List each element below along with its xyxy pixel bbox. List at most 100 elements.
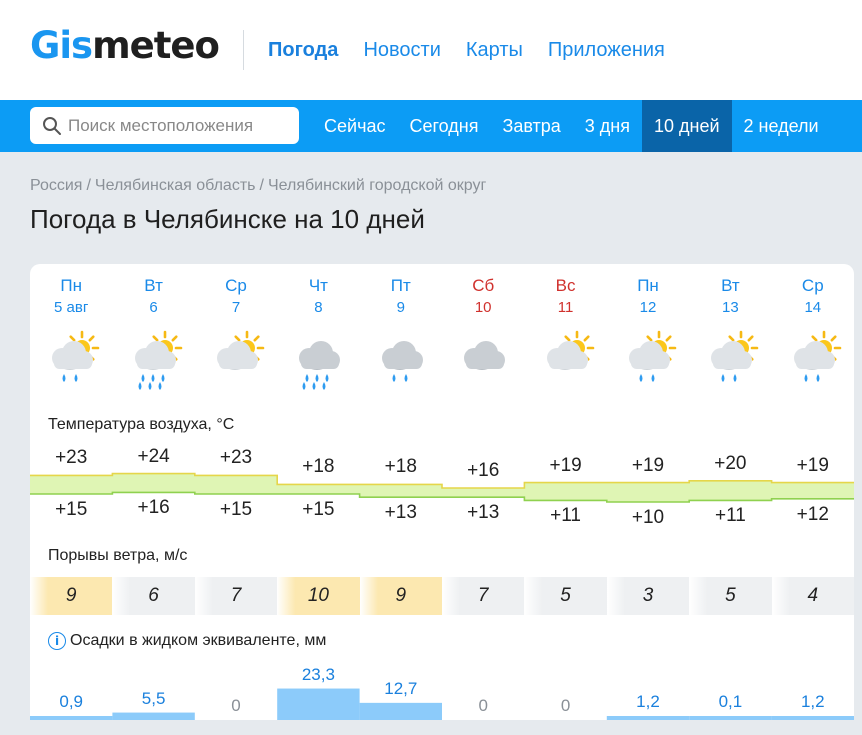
info-icon[interactable]: i bbox=[48, 632, 66, 650]
day-of-week: Пн bbox=[60, 276, 82, 295]
max-temperature-value: +19 bbox=[549, 454, 582, 476]
breadcrumb-region[interactable]: Челябинская область bbox=[95, 177, 256, 195]
temperature-chart: +23 +15 +24 +16 +23 +15 +18 +15 +18 +13 +16 +13 +19 +… bbox=[30, 440, 854, 530]
precipitation-value: 23,3 bbox=[301, 664, 335, 684]
max-temperature-value: +18 bbox=[302, 456, 335, 478]
day-date: 10 bbox=[474, 299, 492, 316]
nav-apps[interactable]: Приложения bbox=[548, 38, 665, 62]
logo-part-meteo: meteo bbox=[92, 24, 220, 67]
temperature-label: Температура воздуха, °C bbox=[48, 416, 235, 433]
partly-cloudy-rain-icon bbox=[30, 330, 112, 394]
forecast-nav-bar: Сейчас Сегодня Завтра 3 дня 10 дней 2 не… bbox=[0, 100, 862, 152]
max-temperature-value: +23 bbox=[55, 447, 88, 469]
page-title: Погода в Челябинске на 10 дней bbox=[30, 204, 425, 234]
day-of-week: Пт bbox=[390, 276, 411, 295]
precipitation-bar bbox=[771, 716, 854, 720]
precipitation-bar bbox=[277, 688, 360, 720]
tab-10-days[interactable]: 10 дней bbox=[641, 100, 732, 152]
min-temperature-value: +10 bbox=[631, 507, 665, 528]
precipitation-value: 0 bbox=[478, 696, 488, 715]
max-temperature-value: +24 bbox=[137, 445, 170, 467]
day-of-week: Сб bbox=[472, 276, 495, 295]
day-of-week: Пн bbox=[637, 276, 659, 295]
header-divider bbox=[243, 30, 244, 70]
cloudy-icon bbox=[442, 330, 524, 394]
precipitation-value: 1,2 bbox=[800, 692, 825, 711]
partly-cloudy-icon bbox=[195, 330, 277, 394]
period-tabs: Сейчас Сегодня Завтра 3 дня 10 дней 2 не… bbox=[312, 100, 831, 152]
breadcrumb-separator: / bbox=[86, 177, 91, 194]
min-temperature-value: +15 bbox=[302, 499, 335, 520]
tab-2-weeks[interactable]: 2 недели bbox=[732, 100, 831, 152]
day-date: 12 bbox=[639, 299, 657, 316]
precipitation-label: Осадки в жидком эквиваленте, мм bbox=[70, 632, 327, 649]
breadcrumb-separator: / bbox=[259, 177, 264, 194]
day-date: 8 bbox=[314, 299, 323, 316]
day-of-week: Вт bbox=[144, 276, 163, 295]
min-temperature-value: +11 bbox=[714, 505, 746, 527]
partly-cloudy-rain-icon bbox=[772, 330, 854, 394]
logo-part-gis: Gis bbox=[30, 24, 93, 67]
precipitation-chart: 0,9 5,5 0 23,3 12,7 0 0 1,2 0,1 1,2 bbox=[30, 650, 854, 720]
nav-weather[interactable]: Погода bbox=[268, 38, 338, 62]
nav-news[interactable]: Новости bbox=[363, 38, 440, 62]
min-temperature-value: +12 bbox=[796, 503, 829, 525]
precipitation-label-wrap: i Осадки в жидком эквиваленте, мм bbox=[48, 632, 326, 650]
min-temperature-value: +15 bbox=[219, 499, 253, 520]
precipitation-bar bbox=[606, 716, 690, 720]
max-temperature-value: +18 bbox=[384, 456, 417, 478]
wind-gusts-row: 9 6 7 10 9 7 5 3 5 4 bbox=[30, 577, 854, 615]
day-of-week: Ср bbox=[225, 276, 247, 295]
location-search[interactable] bbox=[30, 107, 299, 144]
max-temperature-value: +23 bbox=[219, 447, 253, 469]
breadcrumb-district[interactable]: Челябинский городской округ bbox=[268, 177, 486, 195]
breadcrumb-country[interactable]: Россия bbox=[30, 177, 82, 195]
main-nav: Погода Новости Карты Приложения bbox=[268, 38, 665, 62]
precipitation-value: 0 bbox=[560, 696, 571, 715]
precipitation-value: 0,1 bbox=[718, 692, 743, 711]
gismeteo-logo[interactable]: Gismeteo bbox=[30, 24, 220, 68]
wind-gust-value: 6 bbox=[112, 577, 195, 615]
precipitation-bar bbox=[112, 712, 195, 720]
precipitation-bar bbox=[359, 702, 442, 720]
tab-today[interactable]: Сегодня bbox=[397, 100, 490, 152]
wind-gust-value: 7 bbox=[442, 577, 525, 615]
wind-gust-value: 9 bbox=[30, 577, 113, 615]
partly-cloudy-icon bbox=[524, 330, 606, 394]
max-temperature-value: +16 bbox=[467, 460, 500, 481]
day-of-week: Вт bbox=[721, 276, 740, 295]
max-temperature-value: +20 bbox=[714, 452, 747, 474]
day-of-week: Чт bbox=[308, 276, 328, 295]
forecast-widget: Пн 5 авг Вт 6 Ср 7 Чт 8 Пт 9 Сб 10 Вс 11… bbox=[30, 264, 854, 720]
min-temperature-value: +13 bbox=[467, 502, 500, 524]
precipitation-bar bbox=[689, 716, 772, 720]
tab-tomorrow[interactable]: Завтра bbox=[490, 100, 572, 152]
partly-cloudy-rain-icon bbox=[607, 330, 689, 394]
location-search-input[interactable] bbox=[68, 115, 293, 136]
day-date: 5 авг bbox=[54, 299, 89, 316]
day-date: 6 bbox=[149, 299, 158, 316]
day-date: 9 bbox=[396, 299, 405, 316]
breadcrumb: Россия / Челябинская область / Челябинск… bbox=[30, 177, 486, 195]
min-temperature-value: +11 bbox=[550, 505, 581, 527]
max-temperature-value: +19 bbox=[796, 454, 829, 476]
cloudy-rain-icon bbox=[360, 330, 442, 394]
precipitation-value: 1,2 bbox=[636, 692, 660, 711]
day-date: 14 bbox=[804, 299, 822, 316]
precipitation-value: 12,7 bbox=[384, 678, 418, 698]
day-of-week: Вс bbox=[555, 276, 576, 295]
wind-gust-value: 3 bbox=[606, 577, 690, 615]
tab-now[interactable]: Сейчас bbox=[312, 100, 397, 152]
min-temperature-value: +16 bbox=[137, 497, 170, 519]
tab-3-days[interactable]: 3 дня bbox=[573, 100, 642, 152]
precipitation-value: 5,5 bbox=[141, 688, 166, 708]
wind-gusts-label: Порывы ветра, м/с bbox=[48, 547, 188, 564]
day-of-week: Ср bbox=[801, 276, 824, 295]
min-temperature-value: +15 bbox=[55, 499, 88, 520]
min-temperature-value: +13 bbox=[384, 502, 417, 524]
nav-maps[interactable]: Карты bbox=[466, 38, 523, 62]
wind-gust-value: 5 bbox=[689, 577, 772, 615]
day-date: 13 bbox=[722, 299, 739, 316]
precipitation-bar bbox=[30, 716, 113, 720]
max-temperature-value: +19 bbox=[631, 454, 665, 476]
